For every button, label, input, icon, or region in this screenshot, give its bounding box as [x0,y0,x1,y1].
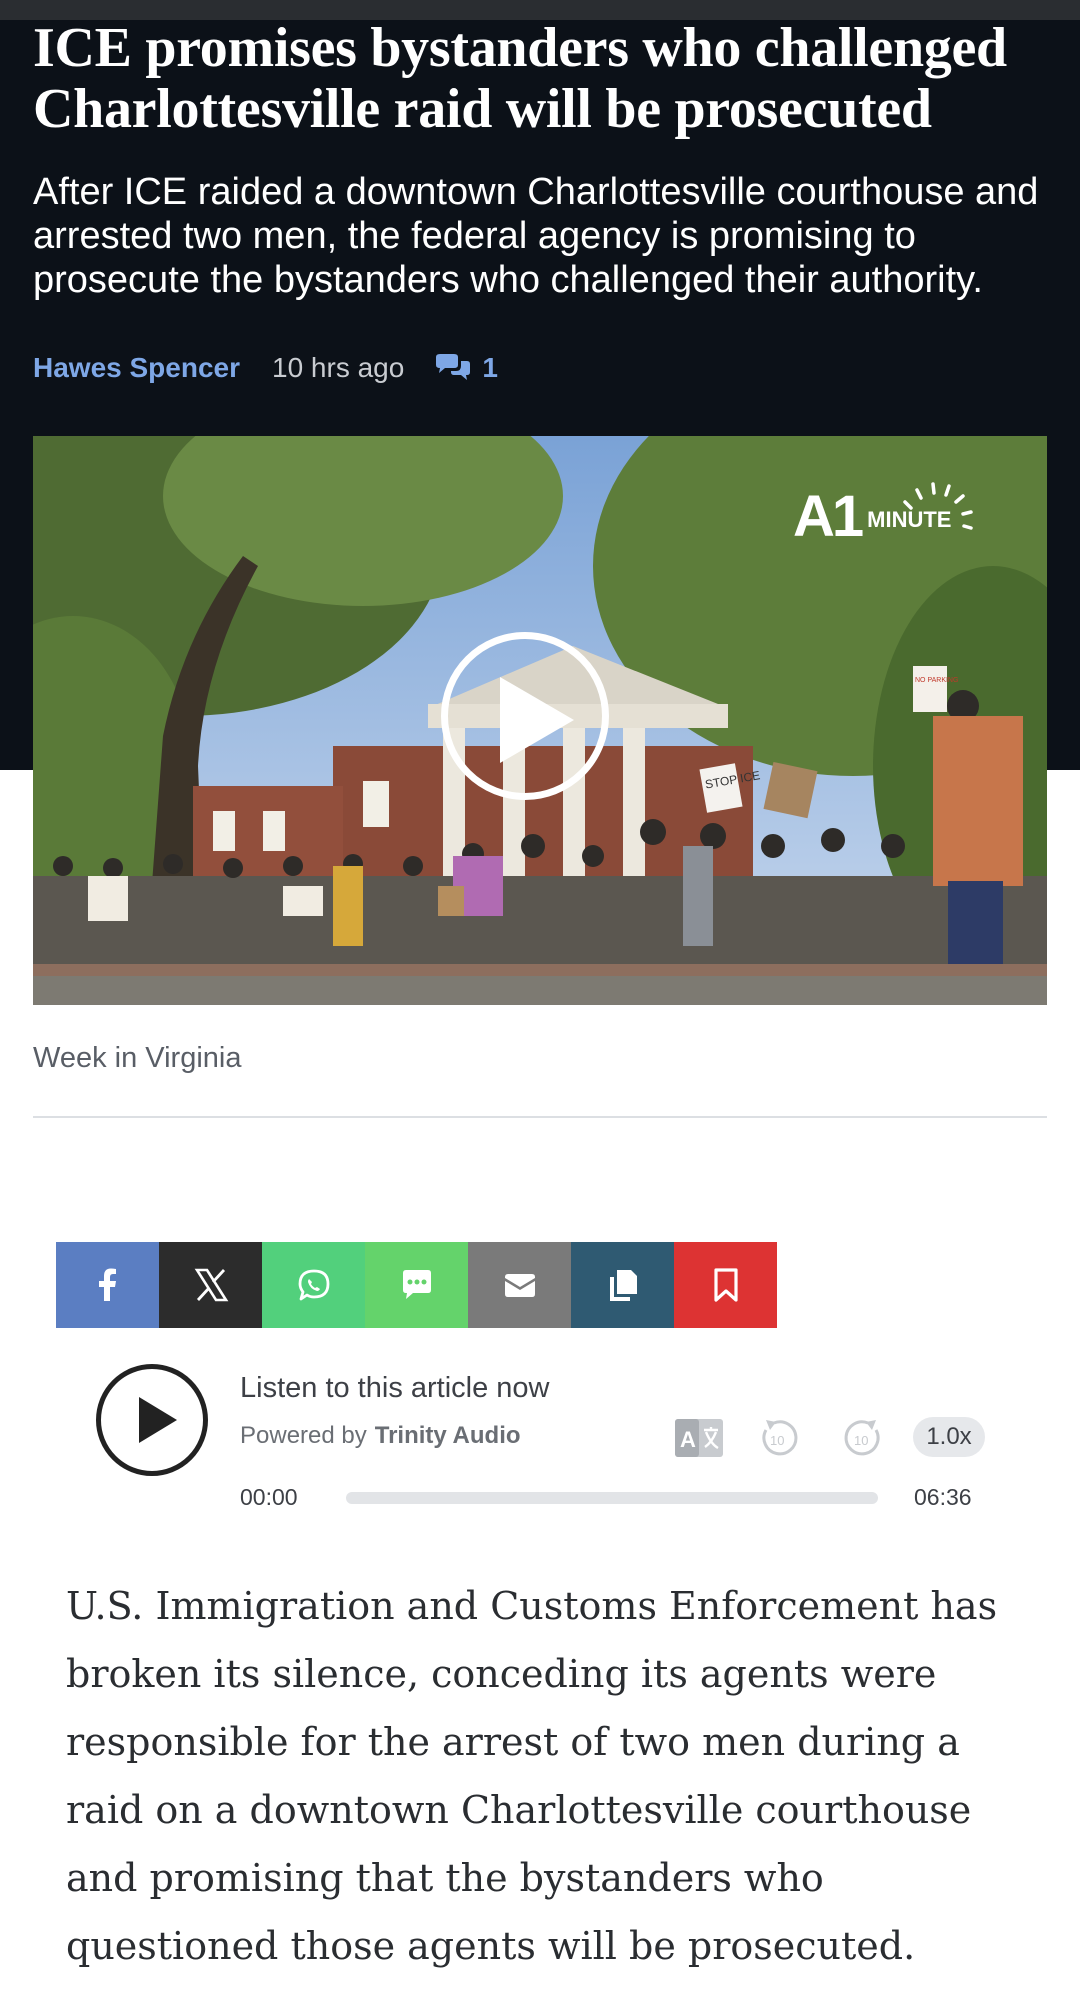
share-bar [56,1242,777,1328]
provider-name[interactable]: Trinity Audio [375,1422,521,1449]
comments-link[interactable]: 1 [434,352,498,384]
share-sms-button[interactable] [365,1242,468,1328]
copy-icon [609,1270,637,1301]
svg-text:A: A [680,1427,696,1452]
playback-speed-button[interactable]: 1.0x [913,1417,985,1457]
audio-progress-bar[interactable] [346,1492,878,1504]
audio-player: Listen to this article now Powered by Tri… [96,1364,996,1514]
current-time: 00:00 [240,1484,298,1510]
clock-rays-icon [903,482,973,530]
sign-no-parking: NO PARKING [915,677,958,684]
play-icon [139,1397,177,1443]
copy-link-button[interactable] [571,1242,674,1328]
video-play-button[interactable] [441,632,609,800]
author-link[interactable]: Hawes Spencer [33,352,240,384]
listen-label: Listen to this article now [240,1372,550,1404]
svg-text:10: 10 [770,1433,784,1448]
bookmark-icon [713,1268,738,1302]
article-body-paragraph: U.S. Immigration and Customs Enforcement… [66,1584,998,1968]
a1-logo-text: A1 [793,483,864,549]
video-caption: Week in Virginia [33,1042,242,1074]
article-subheadline: After ICE raided a downtown Charlottesvi… [33,171,1039,301]
a1-minute-logo: A1 MINUTE [793,476,973,556]
share-x-button[interactable] [159,1242,262,1328]
facebook-icon [98,1268,116,1301]
email-icon [504,1274,535,1297]
article-headline: ICE promises bystanders who challenged C… [33,17,1007,140]
share-email-button[interactable] [468,1242,571,1328]
svg-text:10: 10 [854,1433,868,1448]
total-duration: 06:36 [914,1484,972,1510]
section-divider [33,1116,1047,1118]
play-icon [500,677,574,763]
powered-by: Powered by Trinity Audio [240,1422,521,1450]
share-facebook-button[interactable] [56,1242,159,1328]
translate-icon[interactable]: A [674,1418,724,1458]
whatsapp-icon [298,1269,329,1301]
forward-10-icon[interactable]: 10 [842,1416,884,1458]
comments-icon [436,354,471,380]
bookmark-button[interactable] [674,1242,777,1328]
video-player[interactable]: STOP ICE NO PARKING A1 MINUTE [33,436,1047,1005]
audio-play-button[interactable] [96,1364,208,1476]
byline: Hawes Spencer 10 hrs ago 1 [33,350,498,386]
sms-icon [402,1270,431,1299]
share-whatsapp-button[interactable] [262,1242,365,1328]
publish-time: 10 hrs ago [272,352,405,383]
x-logo-icon [194,1268,228,1302]
rewind-10-icon[interactable]: 10 [758,1416,800,1458]
comment-count: 1 [482,352,498,383]
powered-by-label: Powered by [240,1422,367,1449]
